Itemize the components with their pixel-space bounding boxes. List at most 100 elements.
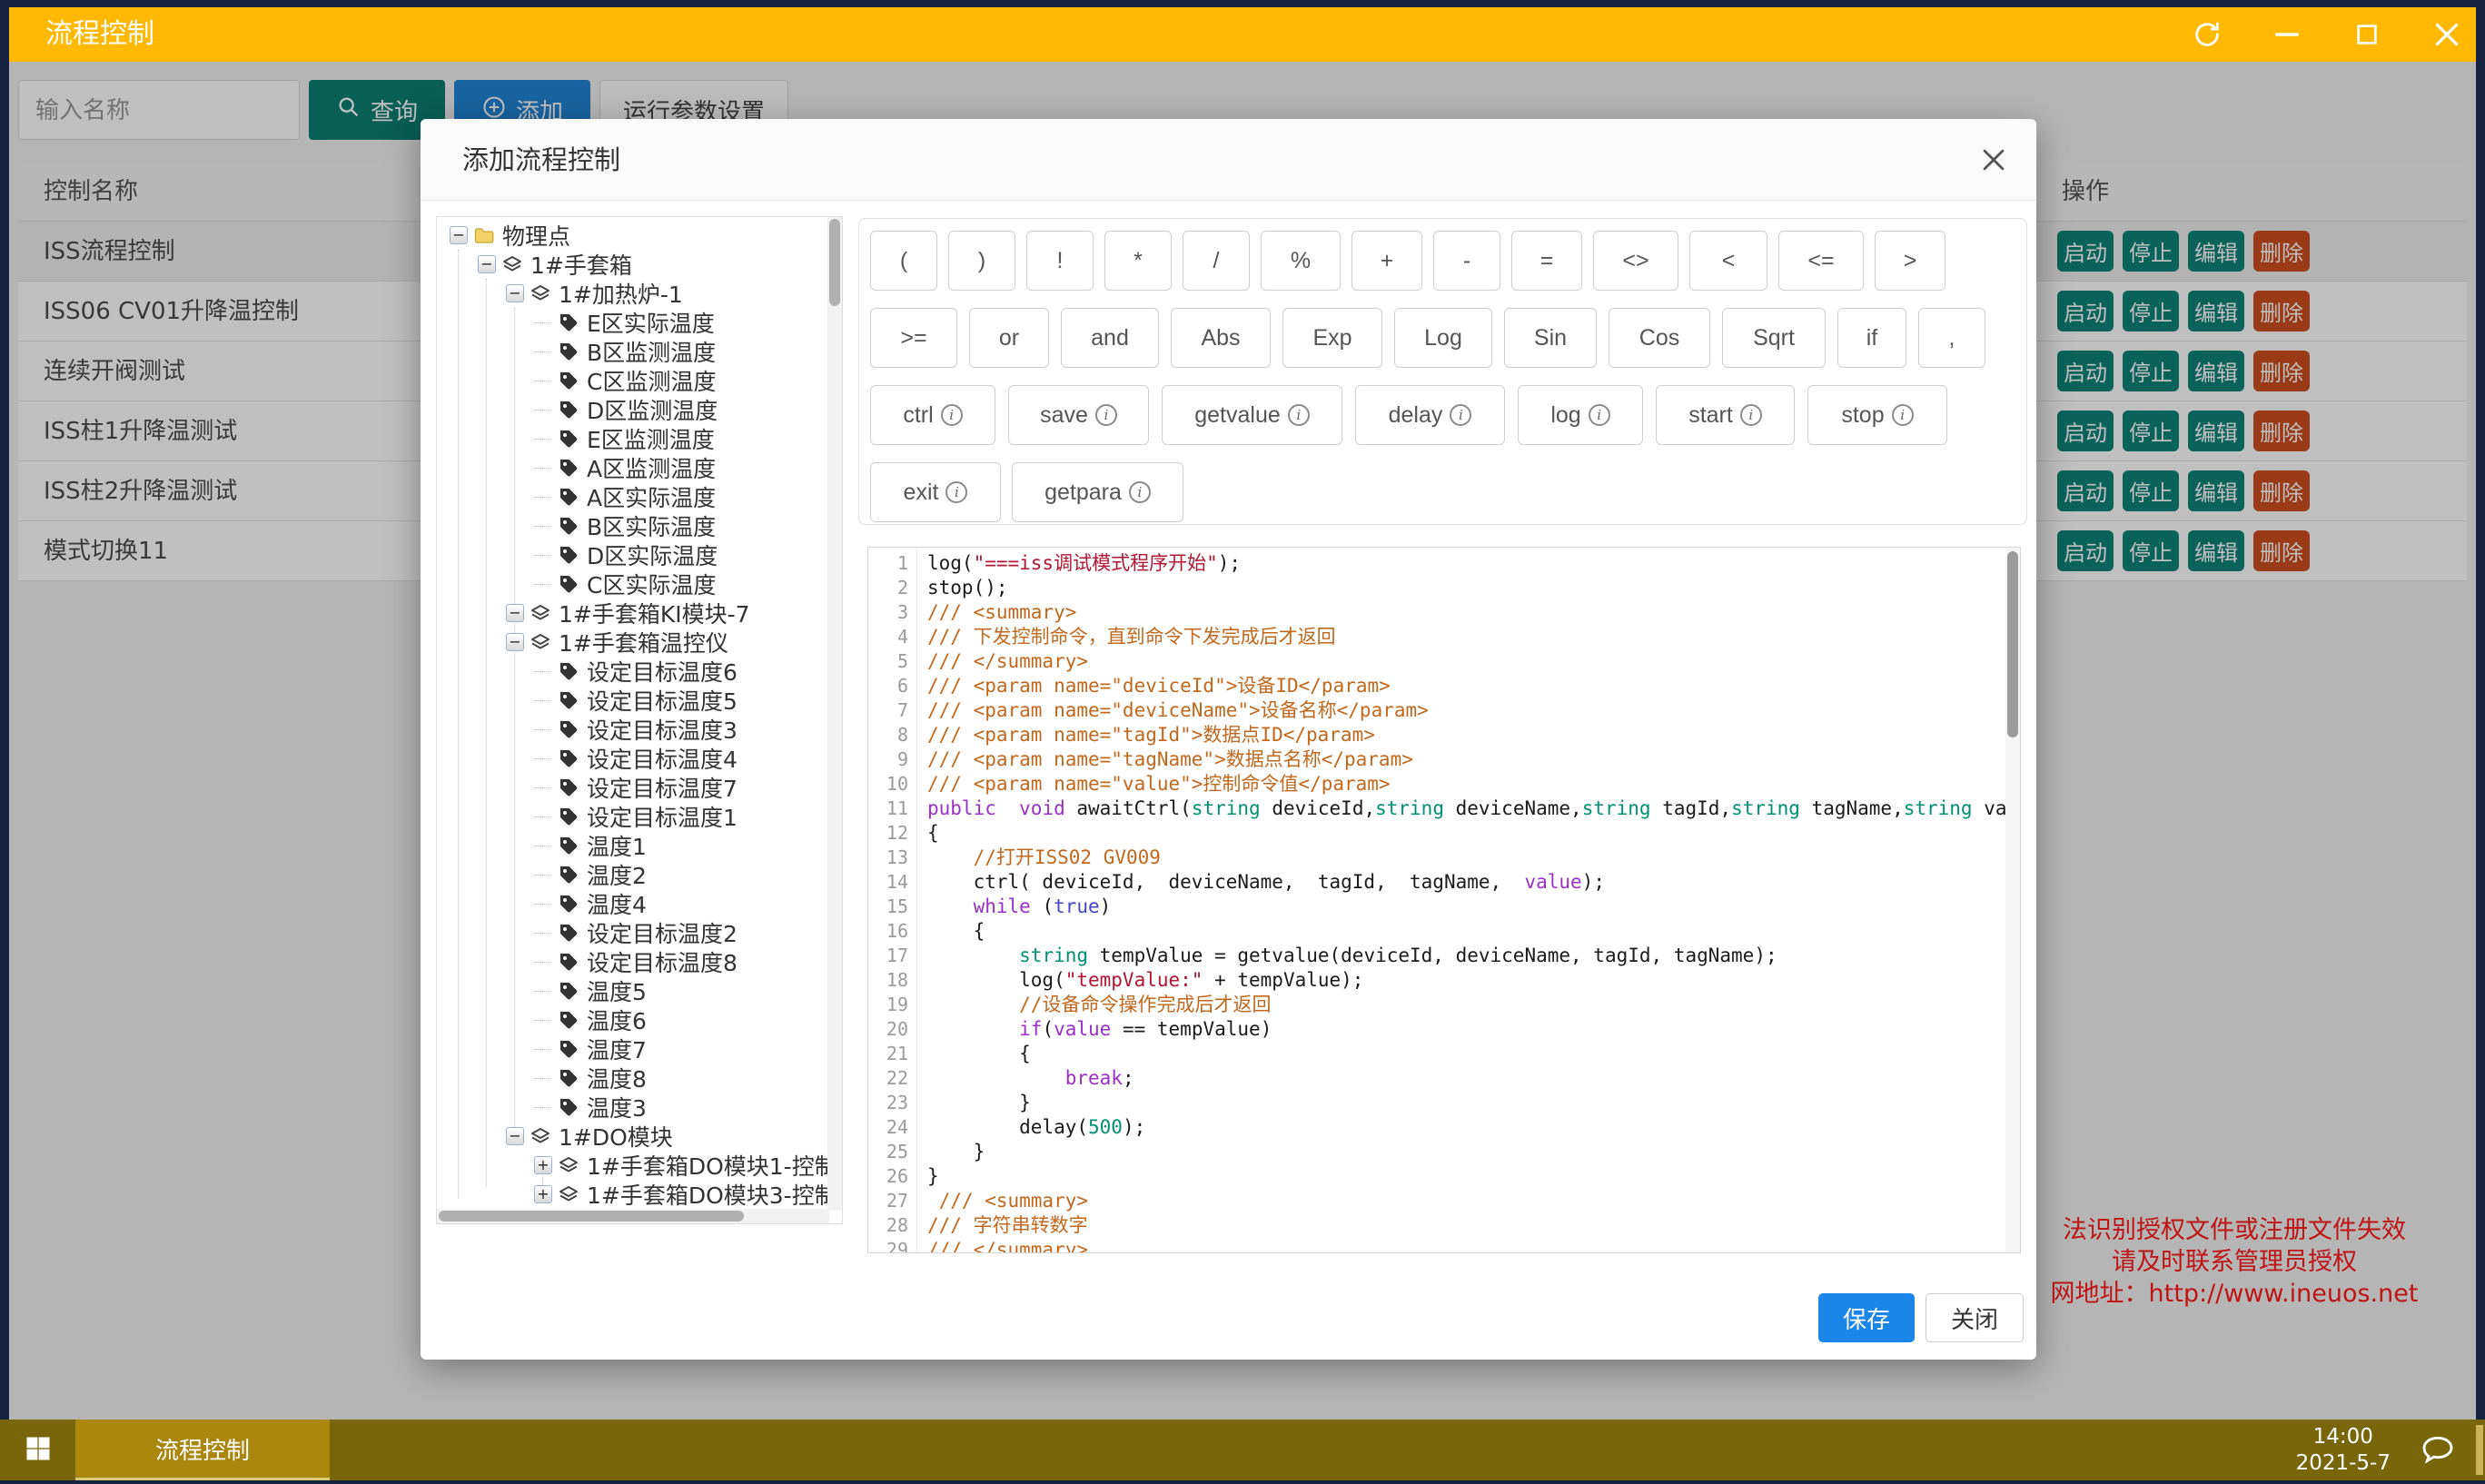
- tree-item[interactable]: 温度2: [437, 860, 827, 889]
- tree-item[interactable]: 设定目标温度2: [437, 918, 827, 947]
- operator-Abs[interactable]: Abs: [1171, 308, 1271, 368]
- tree-item[interactable]: 温度1: [437, 831, 827, 860]
- operator-getvalue[interactable]: getvaluei: [1162, 385, 1342, 445]
- scrollbar-thumb[interactable]: [439, 1211, 744, 1222]
- close-icon[interactable]: [2431, 18, 2463, 51]
- tree-item[interactable]: −1#手套箱温控仪: [437, 628, 827, 657]
- operator-<=[interactable]: <=: [1778, 231, 1864, 291]
- expand-box-icon[interactable]: +: [534, 1156, 552, 1174]
- tree-item[interactable]: +1#手套箱DO模块3-控制电: [437, 1180, 827, 1209]
- operator->[interactable]: >: [1875, 231, 1945, 291]
- show-desktop-button[interactable]: [2476, 1425, 2483, 1475]
- collapse-box-icon[interactable]: −: [450, 226, 468, 244]
- tree-item[interactable]: 温度8: [437, 1064, 827, 1093]
- tree-item[interactable]: −1#手套箱: [437, 250, 827, 279]
- tree-item[interactable]: E区监测温度: [437, 424, 827, 453]
- operator-,[interactable]: ,: [1918, 308, 1985, 368]
- operator-log[interactable]: logi: [1518, 385, 1643, 445]
- operator-*[interactable]: *: [1104, 231, 1172, 291]
- operator-<[interactable]: <: [1689, 231, 1767, 291]
- tree-item[interactable]: −1#DO模块: [437, 1122, 827, 1151]
- operator-Log[interactable]: Log: [1394, 308, 1492, 368]
- operator-![interactable]: !: [1026, 231, 1094, 291]
- editor-vertical-scrollbar[interactable]: [2005, 548, 2020, 1252]
- tree-horizontal-scrollbar[interactable]: [437, 1209, 829, 1223]
- operator-row-2: >=orandAbsExpLogSinCosSqrtif,: [870, 308, 1985, 368]
- tree-item[interactable]: B区监测温度: [437, 337, 827, 366]
- operator-%[interactable]: %: [1261, 231, 1341, 291]
- operator-stop[interactable]: stopi: [1807, 385, 1947, 445]
- collapse-box-icon[interactable]: −: [506, 1127, 524, 1145]
- operator-<>[interactable]: <>: [1593, 231, 1678, 291]
- chat-bubble-icon[interactable]: [2420, 1431, 2456, 1468]
- tree-item[interactable]: −1#手套箱KI模块-7: [437, 599, 827, 628]
- tree-item[interactable]: 设定目标温度4: [437, 744, 827, 773]
- operator-=[interactable]: =: [1511, 231, 1582, 291]
- tree-item[interactable]: 设定目标温度1: [437, 802, 827, 831]
- operator-start[interactable]: starti: [1656, 385, 1795, 445]
- operator-Sin[interactable]: Sin: [1504, 308, 1597, 368]
- operator->=[interactable]: >=: [870, 308, 957, 368]
- operator-Cos[interactable]: Cos: [1609, 308, 1710, 368]
- operator-Exp[interactable]: Exp: [1282, 308, 1382, 368]
- tree-item[interactable]: −1#加热炉-1: [437, 279, 827, 308]
- collapse-box-icon[interactable]: −: [506, 604, 524, 622]
- operator-or[interactable]: or: [969, 308, 1049, 368]
- tree-item[interactable]: 设定目标温度8: [437, 947, 827, 976]
- tree-connector: [534, 816, 550, 817]
- collapse-box-icon[interactable]: −: [506, 284, 524, 302]
- dialog-close-icon[interactable]: [1976, 143, 2011, 177]
- collapse-box-icon[interactable]: −: [506, 633, 524, 651]
- start-button[interactable]: [0, 1420, 75, 1480]
- operator-if[interactable]: if: [1837, 308, 1906, 368]
- tree-item[interactable]: D区监测温度: [437, 395, 827, 424]
- tree-item[interactable]: 温度4: [437, 889, 827, 918]
- tree-item[interactable]: 设定目标温度6: [437, 657, 827, 686]
- tree-item[interactable]: +1#手套箱DO模块1-控制交: [437, 1151, 827, 1180]
- scrollbar-thumb[interactable]: [829, 219, 840, 306]
- tree-item[interactable]: 温度5: [437, 976, 827, 1005]
- save-button[interactable]: 保存: [1818, 1293, 1915, 1342]
- tree-item[interactable]: 设定目标温度5: [437, 686, 827, 715]
- operator-delay[interactable]: delayi: [1355, 385, 1505, 445]
- operator-Sqrt[interactable]: Sqrt: [1722, 308, 1826, 368]
- tree-item[interactable]: 设定目标温度3: [437, 715, 827, 744]
- collapse-box-icon[interactable]: −: [478, 255, 496, 273]
- operator-and[interactable]: and: [1061, 308, 1159, 368]
- refresh-icon[interactable]: [2191, 18, 2223, 51]
- close-button[interactable]: 关闭: [1926, 1293, 2024, 1342]
- operator--[interactable]: -: [1433, 231, 1500, 291]
- tree-item[interactable]: A区监测温度: [437, 453, 827, 482]
- tree-item[interactable]: E区实际温度: [437, 308, 827, 337]
- scrollbar-thumb[interactable]: [2007, 551, 2018, 737]
- tree-item[interactable]: D区实际温度: [437, 540, 827, 569]
- expand-box-icon[interactable]: +: [534, 1185, 552, 1203]
- tree-item[interactable]: 温度6: [437, 1005, 827, 1034]
- taskbar-app-process-control[interactable]: 流程控制: [75, 1420, 330, 1480]
- operator-)[interactable]: ): [948, 231, 1015, 291]
- operator-ctrl[interactable]: ctrli: [870, 385, 995, 445]
- tree-item[interactable]: −物理点: [437, 221, 827, 250]
- maximize-icon[interactable]: [2351, 18, 2383, 51]
- tree-item[interactable]: A区实际温度: [437, 482, 827, 511]
- tree-vertical-scrollbar[interactable]: [827, 217, 842, 1211]
- minimize-icon[interactable]: [2271, 18, 2303, 51]
- taskbar-clock[interactable]: 14:00 2021-5-7: [2296, 1424, 2391, 1477]
- operator-([interactable]: (: [870, 231, 937, 291]
- operator-getpara[interactable]: getparai: [1012, 462, 1183, 522]
- tree-item[interactable]: C区监测温度: [437, 366, 827, 395]
- operator-/[interactable]: /: [1183, 231, 1250, 291]
- script-editor[interactable]: 1234567891011121314151617181920212223242…: [867, 547, 2021, 1253]
- tree-item[interactable]: B区实际温度: [437, 511, 827, 540]
- operator-+[interactable]: +: [1351, 231, 1422, 291]
- operator-save[interactable]: savei: [1008, 385, 1149, 445]
- tree-item[interactable]: 设定目标温度7: [437, 773, 827, 802]
- operator-exit[interactable]: exiti: [870, 462, 1001, 522]
- tree-item[interactable]: 温度3: [437, 1093, 827, 1122]
- line-number: 28: [868, 1213, 916, 1238]
- tree-item[interactable]: C区实际温度: [437, 569, 827, 599]
- tree-connector: [534, 439, 550, 440]
- tree-item[interactable]: 温度7: [437, 1034, 827, 1064]
- code-area[interactable]: log("===iss调试模式程序开始");stop();/// <summar…: [918, 548, 2005, 1252]
- tree-item-label: 设定目标温度1: [587, 800, 738, 833]
